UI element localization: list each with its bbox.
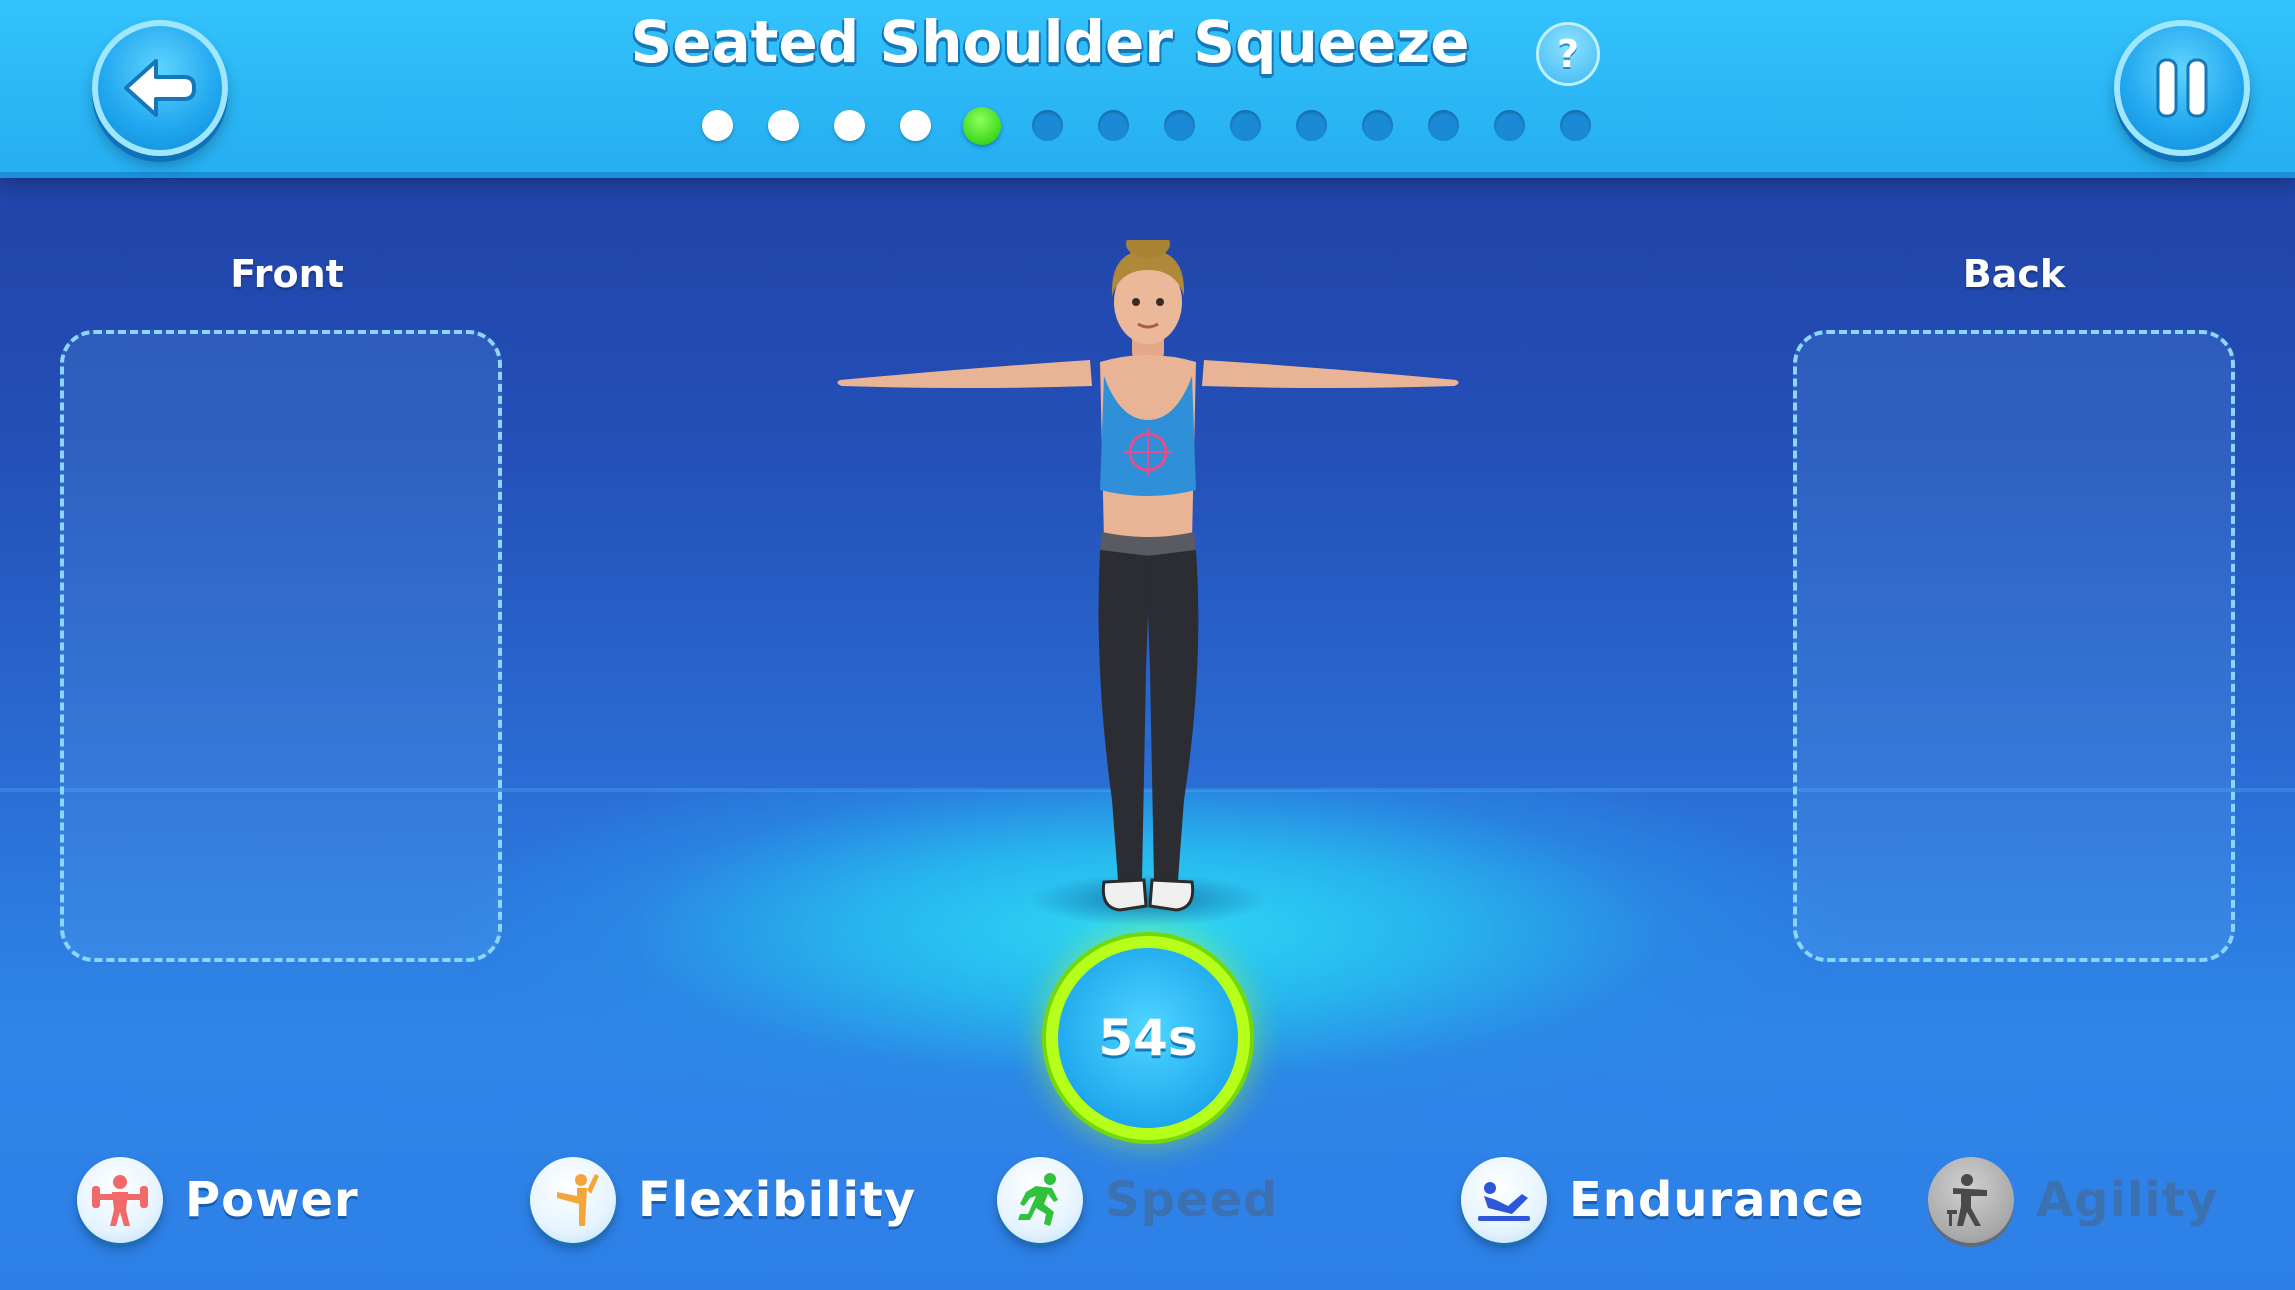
progress-dot-todo <box>1560 110 1591 141</box>
avatar-figure <box>837 240 1459 926</box>
runner-icon <box>997 1157 1083 1243</box>
question-mark-icon: ? <box>1556 32 1580 76</box>
progress-dot-todo <box>1032 110 1063 141</box>
stat-power: Power <box>77 1152 359 1248</box>
progress-dot-todo <box>1164 110 1195 141</box>
top-bar: Seated Shoulder Squeeze ? <box>0 0 2295 172</box>
stat-agility-label: Agility <box>2036 1172 2219 1228</box>
timer-value: 54s <box>1098 1009 1198 1067</box>
back-button[interactable] <box>92 20 228 156</box>
progress-dot-done <box>768 110 799 141</box>
help-button[interactable]: ? <box>1536 22 1600 86</box>
progress-dot-done <box>834 110 865 141</box>
stat-power-label: Power <box>185 1172 359 1228</box>
progress-dot-todo <box>1494 110 1525 141</box>
stat-flexibility-label: Flexibility <box>638 1172 917 1228</box>
stat-agility: Agility <box>1928 1152 2218 1248</box>
exercise-title: Seated Shoulder Squeeze <box>630 8 1470 76</box>
back-panel-label: Back <box>1962 252 2066 296</box>
front-panel-label: Front <box>230 252 344 296</box>
yoga-pose-icon <box>530 1157 616 1243</box>
progress-dot-todo <box>1428 110 1459 141</box>
countdown-timer: 54s <box>1058 948 1238 1128</box>
stat-flexibility: Flexibility <box>530 1152 916 1248</box>
stat-endurance: Endurance <box>1461 1152 1865 1248</box>
stat-speed: Speed <box>997 1152 1278 1248</box>
progress-dot-todo <box>1362 110 1393 141</box>
stat-speed-label: Speed <box>1105 1172 1279 1228</box>
progress-dot-done <box>702 110 733 141</box>
progress-dot-todo <box>1098 110 1129 141</box>
exercise-progress-dots <box>702 107 1591 145</box>
stat-endurance-label: Endurance <box>1569 1172 1865 1228</box>
situp-icon <box>1461 1157 1547 1243</box>
progress-dot-todo <box>1296 110 1327 141</box>
front-muscle-panel <box>60 330 502 962</box>
pause-button[interactable] <box>2114 20 2250 156</box>
weightlifter-icon <box>77 1157 163 1243</box>
progress-dot-current <box>963 107 1001 145</box>
pause-icon <box>2156 58 2208 118</box>
progress-dot-done <box>900 110 931 141</box>
back-arrow-icon <box>124 59 196 117</box>
progress-dot-todo <box>1230 110 1261 141</box>
hurdle-icon <box>1928 1157 2014 1243</box>
back-muscle-panel <box>1793 330 2235 962</box>
